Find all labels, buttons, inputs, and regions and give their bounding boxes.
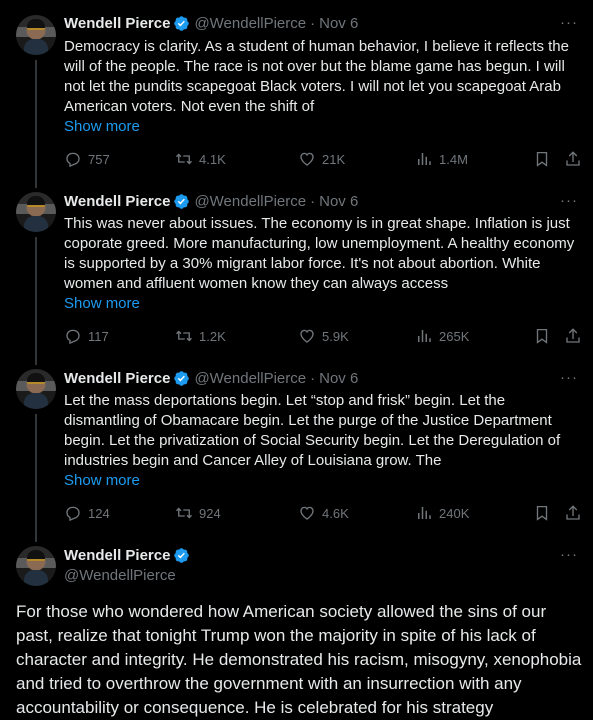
reply-count: 757 [88, 151, 110, 167]
tweet-text: This was never about issues. The economy… [64, 214, 584, 314]
retweet-count: 4.1K [199, 151, 226, 167]
avatar[interactable] [16, 546, 56, 586]
action-bar: 124 924 4.6K 240K [64, 503, 584, 523]
bookmark-icon [536, 505, 548, 521]
avatar[interactable] [16, 192, 56, 232]
tweet[interactable]: Wendell Pierce @WendellPierce · Nov 6 ··… [0, 180, 593, 357]
reply-count: 117 [88, 328, 109, 344]
retweet-button[interactable]: 4.1K [175, 149, 226, 169]
retweet-icon [176, 153, 192, 165]
views-icon [418, 507, 431, 519]
reply-icon [66, 152, 80, 168]
retweet-count: 924 [199, 505, 221, 521]
more-icon[interactable]: ··· [559, 547, 579, 568]
reply-icon [66, 506, 80, 522]
tweet-body: This was never about issues. The economy… [64, 215, 575, 292]
tweet-text: Let the mass deportations begin. Let “st… [64, 391, 584, 491]
reply-button[interactable]: 757 [64, 149, 110, 169]
views-count: 265K [439, 328, 470, 344]
views-count: 1.4M [439, 151, 468, 167]
author-name[interactable]: Wendell Pierce [64, 193, 170, 210]
views-icon [418, 153, 431, 165]
bookmark-icon [536, 151, 548, 167]
author-name[interactable]: Wendell Pierce [64, 547, 170, 564]
tweet-body: Democracy is clarity. As a student of hu… [64, 38, 569, 115]
tweet-body: For those who wondered how American soci… [16, 602, 582, 717]
verified-badge-icon [174, 15, 190, 31]
like-button[interactable]: 5.9K [298, 326, 349, 346]
like-button[interactable]: 4.6K [298, 503, 349, 523]
like-button[interactable]: 21K [298, 149, 345, 169]
verified-badge-icon [174, 370, 190, 386]
retweet-icon [176, 330, 192, 342]
retweet-icon [176, 507, 192, 519]
retweet-count: 1.2K [199, 328, 226, 344]
author-name[interactable]: Wendell Pierce [64, 370, 170, 387]
reply-icon [66, 329, 80, 345]
views-icon [418, 330, 431, 342]
like-count: 5.9K [322, 328, 349, 344]
avatar[interactable] [16, 15, 56, 55]
action-bar: 757 4.1K 21K 1.4M [64, 149, 584, 169]
author-handle[interactable]: @WendellPierce [194, 193, 306, 210]
bookmark-button[interactable] [533, 149, 551, 169]
timestamp[interactable]: Nov 6 [319, 15, 358, 32]
author-handle[interactable]: @WendellPierce [64, 567, 176, 584]
timestamp[interactable]: Nov 6 [319, 370, 358, 387]
share-icon [566, 505, 580, 520]
tweet[interactable]: Wendell Pierce @WendellPierce · Nov 6 ··… [0, 0, 593, 180]
share-button[interactable] [564, 503, 582, 523]
separator-dot: · [310, 369, 316, 387]
action-bar: 117 1.2K 5.9K 265K [64, 326, 584, 346]
bookmark-button[interactable] [533, 326, 551, 346]
like-icon [300, 506, 314, 520]
main-tweet[interactable]: Wendell Pierce @WendellPierce ··· For th… [0, 534, 593, 718]
share-button[interactable] [564, 326, 582, 346]
tweet-header: Wendell Pierce @WendellPierce · Nov 6 [64, 13, 358, 33]
reply-button[interactable]: 117 [64, 326, 109, 346]
verified-badge-icon [174, 547, 190, 563]
retweet-button[interactable]: 924 [175, 503, 221, 523]
tweet-text: Democracy is clarity. As a student of hu… [64, 37, 584, 137]
separator-dot: · [310, 14, 316, 32]
author-name[interactable]: Wendell Pierce [64, 15, 170, 32]
views-button[interactable]: 1.4M [415, 149, 468, 169]
tweet[interactable]: Wendell Pierce @WendellPierce · Nov 6 ··… [0, 357, 593, 534]
more-icon[interactable]: ··· [559, 193, 579, 214]
tweet-header: Wendell Pierce [64, 545, 194, 565]
show-more-link[interactable]: Show more [64, 117, 584, 137]
separator-dot: · [310, 192, 316, 210]
tweet-body: Let the mass deportations begin. Let “st… [64, 392, 561, 469]
like-icon [300, 329, 314, 343]
views-count: 240K [439, 505, 470, 521]
share-button[interactable] [564, 149, 582, 169]
timestamp[interactable]: Nov 6 [319, 193, 358, 210]
tweet-header: Wendell Pierce @WendellPierce · Nov 6 [64, 191, 358, 211]
like-count: 21K [322, 151, 346, 167]
more-icon[interactable]: ··· [559, 370, 579, 391]
show-more-link[interactable]: Show more [64, 471, 584, 491]
reply-button[interactable]: 124 [64, 503, 110, 523]
show-more-link[interactable]: Show more [64, 294, 584, 314]
like-icon [300, 152, 314, 166]
views-button[interactable]: 265K [415, 326, 469, 346]
bookmark-icon [536, 328, 548, 344]
retweet-button[interactable]: 1.2K [175, 326, 226, 346]
avatar[interactable] [16, 369, 56, 409]
author-handle[interactable]: @WendellPierce [194, 15, 306, 32]
share-icon [566, 328, 580, 343]
verified-badge-icon [174, 193, 190, 209]
share-icon [566, 151, 580, 166]
reply-count: 124 [88, 505, 110, 521]
bookmark-button[interactable] [533, 503, 551, 523]
views-button[interactable]: 240K [415, 503, 469, 523]
author-handle[interactable]: @WendellPierce [194, 370, 306, 387]
like-count: 4.6K [322, 505, 349, 521]
tweet-header: Wendell Pierce @WendellPierce · Nov 6 [64, 368, 358, 388]
more-icon[interactable]: ··· [559, 15, 579, 36]
